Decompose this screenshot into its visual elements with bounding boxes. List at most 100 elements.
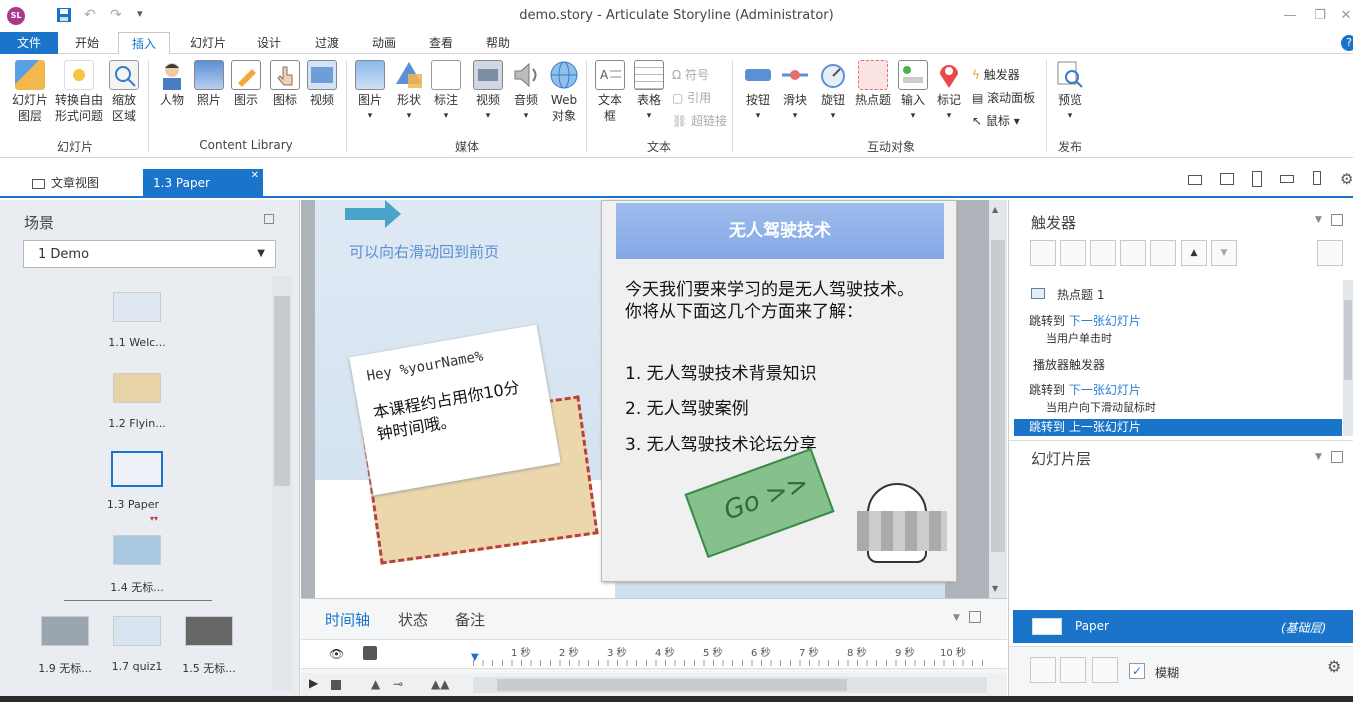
desktop-view-icon[interactable] [1188, 175, 1202, 185]
close-tab-icon[interactable]: ✕ [251, 161, 259, 190]
slider-insert-button[interactable]: 滑块 ▾ [777, 58, 813, 124]
minimize-icon[interactable]: — [1280, 6, 1300, 26]
chevron-down-icon[interactable]: ▼ [953, 613, 960, 623]
tab-states[interactable]: 状态 [398, 609, 428, 630]
copy-trigger-icon[interactable] [1090, 240, 1116, 266]
zoom-in-icon[interactable]: ▲▲ [431, 677, 449, 691]
dial-insert-button[interactable]: 旋钮 ▾ [815, 58, 851, 124]
panel-dock-icon[interactable] [1331, 451, 1343, 463]
video-icon [473, 60, 503, 90]
chevron-down-icon[interactable]: ▼ [1315, 215, 1322, 225]
slide-thumb-1-5[interactable] [185, 616, 233, 646]
tablet-portrait-icon[interactable] [1252, 171, 1262, 187]
photos-button[interactable]: 照片 [192, 58, 226, 108]
symbol-button[interactable]: Ω 符号 [672, 67, 709, 83]
chevron-down-icon[interactable]: ▼ [1315, 452, 1322, 462]
tab-help[interactable]: 帮助 [473, 32, 523, 54]
hotspot-insert-button[interactable]: 热点题 [852, 58, 894, 108]
phone-portrait-icon[interactable] [1313, 171, 1321, 185]
close-icon[interactable]: ✕ [1336, 6, 1353, 26]
video-button[interactable]: 视频 ▾ [470, 58, 506, 124]
duplicate-layer-icon[interactable] [1060, 657, 1086, 683]
scene-dropdown[interactable]: 1 Demo ▼ [23, 240, 276, 268]
slide-thumb-1-4[interactable] [113, 535, 161, 565]
timeline-hscrollbar[interactable] [473, 677, 987, 693]
panel-dock-icon[interactable] [1331, 214, 1343, 226]
slide-thumb-1-3-selected[interactable] [111, 451, 163, 487]
base-layer-row[interactable]: Paper (基础层) [1013, 610, 1353, 643]
tab-design[interactable]: 设计 [244, 32, 294, 54]
move-down-icon[interactable]: ▼ [1211, 240, 1237, 266]
slide-thumb-1-9[interactable] [41, 616, 89, 646]
restore-icon[interactable]: ❐ [1310, 6, 1330, 26]
marker-insert-button[interactable]: 标记 ▾ [932, 58, 966, 124]
characters-button[interactable]: 人物 [154, 58, 190, 108]
slide-thumb-1-2[interactable] [113, 373, 161, 403]
eye-icon[interactable]: 👁 [329, 647, 344, 661]
delete-layer-icon[interactable] [1092, 657, 1118, 683]
slide-tab-active[interactable]: 1.3 Paper ✕ [143, 169, 263, 198]
panel-dock-icon[interactable] [264, 214, 274, 224]
canvas-scrollbar[interactable]: ▲ ▼ [989, 200, 1007, 598]
phone-landscape-icon[interactable] [1280, 175, 1294, 183]
slide-thumb-1-1[interactable] [113, 292, 161, 322]
tab-timeline[interactable]: 时间轴 [325, 609, 370, 630]
shape-button[interactable]: 形状 ▾ [391, 58, 427, 124]
table-button[interactable]: 表格 ▾ [631, 58, 667, 124]
tab-transitions[interactable]: 过渡 [302, 32, 352, 54]
trigger-row-2[interactable]: 跳转到 下一张幻灯片 [1029, 381, 1141, 398]
panel-dock-icon[interactable] [969, 611, 981, 623]
play-icon[interactable]: ▶ [309, 676, 318, 690]
trigger-row-3-selected[interactable]: 跳转到 上一张幻灯片 [1014, 419, 1342, 436]
trigger-row-1[interactable]: 跳转到 下一张幻灯片 [1029, 312, 1141, 329]
reference-button[interactable]: ▢ 引用 [672, 90, 711, 106]
slide-thumb-1-7[interactable] [113, 616, 161, 646]
new-layer-icon[interactable] [1030, 657, 1056, 683]
paste-trigger-icon[interactable] [1120, 240, 1146, 266]
go-button[interactable]: Go >> [684, 447, 835, 559]
lock-icon[interactable] [363, 646, 377, 660]
stop-icon[interactable] [331, 680, 341, 690]
web-object-button[interactable]: Web 对象 [546, 58, 582, 124]
button-insert-button[interactable]: 按钮 ▾ [740, 58, 776, 124]
edit-trigger-icon[interactable] [1060, 240, 1086, 266]
zoom-out-icon[interactable]: ▲ [371, 677, 380, 691]
picture-button[interactable]: 图片 ▾ [352, 58, 388, 124]
illustrations-button[interactable]: 图示 [229, 58, 263, 108]
scroll-panel-button[interactable]: ▤ 滚动面板 [972, 90, 1035, 106]
tab-insert[interactable]: 插入 [118, 32, 170, 55]
hyperlink-button[interactable]: ⛓ 超链接 [672, 113, 727, 129]
tab-home[interactable]: 开始 [62, 32, 112, 54]
tab-slides[interactable]: 幻灯片 [180, 32, 236, 54]
triggers-scrollbar[interactable] [1343, 280, 1353, 436]
slide-layers-button[interactable]: 幻灯片 图层 [8, 58, 52, 124]
tab-view[interactable]: 查看 [416, 32, 466, 54]
tab-animations[interactable]: 动画 [359, 32, 409, 54]
tab-notes[interactable]: 备注 [455, 609, 485, 630]
help-icon[interactable]: ? [1341, 35, 1353, 51]
gear-icon[interactable]: ⚙ [1327, 657, 1341, 676]
text-box-icon: A [595, 60, 625, 90]
text-box-button[interactable]: A 文本 框 [592, 58, 628, 124]
scenes-scrollbar[interactable] [272, 276, 292, 690]
tablet-landscape-icon[interactable] [1220, 173, 1234, 185]
gear-icon[interactable]: ⚙ [1340, 170, 1353, 188]
tab-file[interactable]: 文件 [0, 32, 58, 54]
videos-library-button[interactable]: 视频 [305, 58, 339, 108]
zoom-region-button[interactable]: 缩放 区域 [106, 58, 142, 124]
icons-button[interactable]: 图标 [268, 58, 302, 108]
preview-button[interactable]: 预览 ▾ [1052, 58, 1088, 124]
move-up-icon[interactable]: ▲ [1181, 240, 1207, 266]
mouse-button[interactable]: ↖ 鼠标 ▾ [972, 113, 1020, 129]
new-trigger-icon[interactable] [1030, 240, 1056, 266]
blur-checkbox[interactable]: ✓ [1129, 663, 1145, 679]
delete-trigger-icon[interactable] [1150, 240, 1176, 266]
input-insert-button[interactable]: 输入 ▾ [895, 58, 931, 124]
story-view-tab[interactable]: 文章视图 [32, 169, 142, 198]
convert-freeform-button[interactable]: 转换自由 形式问题 [52, 58, 106, 124]
audio-button[interactable]: 音频 ▾ [508, 58, 544, 124]
trigger-panel-options-icon[interactable] [1317, 240, 1343, 266]
zoom-slider[interactable]: ⊸ [393, 677, 403, 691]
trigger-button[interactable]: ϟ 触发器 [972, 67, 1020, 83]
callout-button[interactable]: 标注 ▾ [429, 58, 463, 124]
